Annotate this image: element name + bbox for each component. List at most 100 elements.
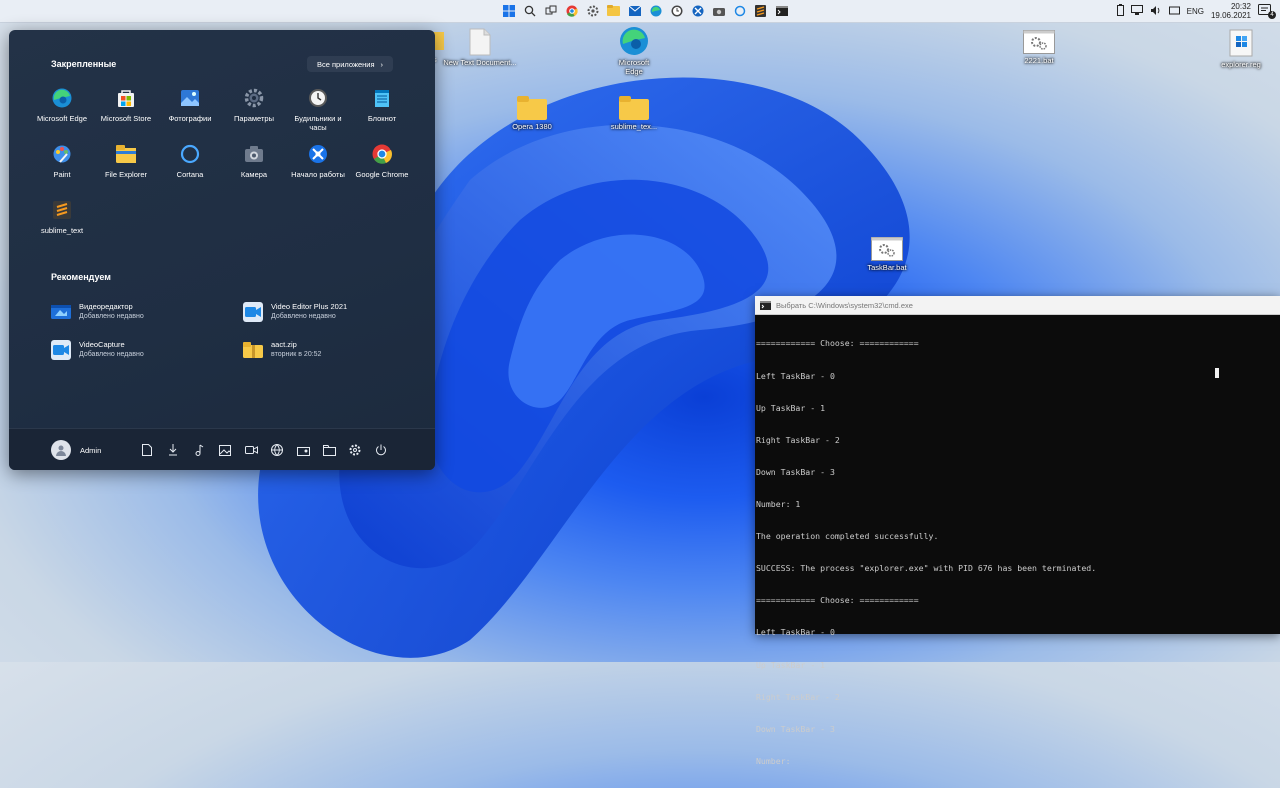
desktop-icon-label: Opera 1380 xyxy=(512,122,552,131)
pictures-icon[interactable] xyxy=(218,443,232,457)
desktop-icon-opera-folder[interactable]: Opera 1380 xyxy=(493,96,571,131)
pinned-app-label: Параметры xyxy=(234,114,274,123)
battery-icon[interactable] xyxy=(1116,4,1124,18)
clock-time: 20:32 xyxy=(1230,2,1251,11)
user-name: Admin xyxy=(80,445,102,455)
desktop-icon-label: Microsoft Edge xyxy=(618,58,650,76)
cmd-line: Up TaskBar - 1 xyxy=(756,659,826,670)
search-icon[interactable] xyxy=(521,2,538,19)
bat-file-icon xyxy=(1023,30,1055,54)
documents-icon[interactable] xyxy=(140,443,154,457)
videos-icon[interactable] xyxy=(244,443,258,457)
settings-icon xyxy=(244,88,264,108)
camera-icon[interactable] xyxy=(710,2,727,19)
sublime-icon[interactable] xyxy=(752,2,769,19)
pinned-app-photos[interactable]: Фотографии xyxy=(158,88,222,123)
chrome-icon[interactable] xyxy=(563,2,580,19)
sublime-icon xyxy=(52,200,72,220)
video-editor-icon xyxy=(51,302,71,322)
pinned-app-store[interactable]: Microsoft Store xyxy=(94,88,158,123)
network-icon[interactable] xyxy=(1130,4,1143,18)
clock[interactable]: 20:32 19.06.2021 xyxy=(1211,2,1251,20)
get-started-icon xyxy=(308,144,328,164)
notifications-icon[interactable]: 4 xyxy=(1258,4,1276,19)
video-capture-icon xyxy=(51,340,71,360)
cmd-line: SUCCESS: The process "explorer.exe" with… xyxy=(756,563,1097,574)
recommended-item[interactable]: aact.zip вторник в 20:52 xyxy=(243,340,423,360)
taskbar: ENG 20:32 19.06.2021 4 xyxy=(0,0,1280,23)
desktop-icon-microsoft-edge[interactable]: Microsoft Edge xyxy=(595,26,673,76)
pinned-app-chrome[interactable]: Google Chrome xyxy=(350,144,414,179)
folder-icon xyxy=(116,144,136,164)
volume-icon[interactable] xyxy=(1150,5,1162,18)
pinned-title: Закрепленные xyxy=(51,59,117,69)
file-explorer-icon[interactable] xyxy=(322,443,336,457)
pinned-app-cortana[interactable]: Cortana xyxy=(158,144,222,179)
cmd-line: The operation completed successfully. xyxy=(756,531,939,542)
cmd-line: Left TaskBar - 0 xyxy=(756,370,835,381)
desktop-icon-sublime-folder[interactable]: sublime_tex... xyxy=(595,96,673,131)
avatar xyxy=(51,440,71,460)
pinned-app-label: Начало работы xyxy=(291,170,345,179)
cortana-icon xyxy=(180,144,200,164)
desktop-icon-taskbar-bat[interactable]: TaskBar.bat xyxy=(848,237,926,272)
cmd-line: Number: 1 xyxy=(756,498,801,509)
recommended-item[interactable]: VideoCapture Добавлено недавно xyxy=(51,340,231,360)
pinned-app-notepad[interactable]: Блокнот xyxy=(350,88,414,123)
network-icon[interactable] xyxy=(270,443,284,457)
user-account-button[interactable]: Admin xyxy=(51,440,101,460)
power-icon[interactable] xyxy=(374,443,388,457)
pinned-app-label: Microsoft Store xyxy=(100,114,152,123)
cortana-icon[interactable] xyxy=(731,2,748,19)
pinned-app-settings[interactable]: Параметры xyxy=(222,88,286,123)
desktop-icon-new-text-document[interactable]: New Text Document... xyxy=(441,28,519,67)
desktop-icon-label: TaskBar.bat xyxy=(867,263,907,272)
cmd-title-bar[interactable]: Выбрать C:\Windows\system32\cmd.exe xyxy=(755,296,1280,315)
store-icon[interactable] xyxy=(689,2,706,19)
edge-icon[interactable] xyxy=(647,2,664,19)
cmd-icon[interactable] xyxy=(773,2,790,19)
cmd-window[interactable]: Выбрать C:\Windows\system32\cmd.exe ====… xyxy=(755,296,1280,766)
recommended-item-subtitle: Добавлено недавно xyxy=(271,313,336,320)
reg-file-icon xyxy=(1229,29,1253,57)
folder-icon xyxy=(619,96,649,120)
store-icon xyxy=(116,88,136,108)
settings-icon[interactable] xyxy=(584,2,601,19)
mail-icon[interactable] xyxy=(626,2,643,19)
pinned-app-file-explorer[interactable]: File Explorer xyxy=(94,144,158,179)
pinned-app-edge[interactable]: Microsoft Edge xyxy=(30,88,94,123)
recommended-item-subtitle: Добавлено недавно xyxy=(79,351,144,358)
pinned-app-label: Будильники и часы xyxy=(294,114,342,132)
pinned-app-label: Cortana xyxy=(176,170,204,179)
pinned-app-sublime-text[interactable]: sublime_text xyxy=(30,200,94,235)
pinned-app-get-started[interactable]: Начало работы xyxy=(286,144,350,179)
recommended-item[interactable]: Video Editor Plus 2021 Добавлено недавно xyxy=(243,302,423,322)
edge-icon xyxy=(52,88,72,108)
all-apps-button[interactable]: Все приложения › xyxy=(307,56,393,72)
desktop-icon-explorer-reg[interactable]: explorer.reg xyxy=(1202,28,1280,69)
pinned-app-camera[interactable]: Камера xyxy=(222,144,286,179)
settings-icon[interactable] xyxy=(348,443,362,457)
personal-folder-icon[interactable] xyxy=(296,443,310,457)
paint-icon xyxy=(52,144,72,164)
task-view-icon[interactable] xyxy=(542,2,559,19)
clock-app-icon[interactable] xyxy=(668,2,685,19)
pinned-app-label: Камера xyxy=(240,170,268,179)
recommended-item[interactable]: Видеоредактор Добавлено недавно xyxy=(51,302,231,322)
chevron-right-icon: › xyxy=(380,59,384,69)
cmd-line: Right TaskBar - 2 xyxy=(756,434,840,445)
downloads-icon[interactable] xyxy=(166,443,180,457)
keyboard-icon[interactable] xyxy=(1168,5,1180,17)
cmd-output[interactable]: ============ Choose: ============ Left T… xyxy=(755,315,1280,788)
folder-icon xyxy=(517,96,547,120)
pinned-app-paint[interactable]: Paint xyxy=(30,144,94,179)
music-icon[interactable] xyxy=(192,443,206,457)
desktop-icon-label: New Text Document... xyxy=(443,58,517,67)
language-indicator[interactable]: ENG xyxy=(1187,7,1204,16)
cmd-line: Number: xyxy=(756,755,791,766)
desktop-icon-2221-bat[interactable]: 2221.bat xyxy=(1000,30,1078,65)
pinned-app-alarms[interactable]: Будильники и часы xyxy=(286,88,350,132)
notifications-count-badge: 4 xyxy=(1268,11,1276,19)
windows-start-icon[interactable] xyxy=(500,2,517,19)
explorer-icon[interactable] xyxy=(605,2,622,19)
